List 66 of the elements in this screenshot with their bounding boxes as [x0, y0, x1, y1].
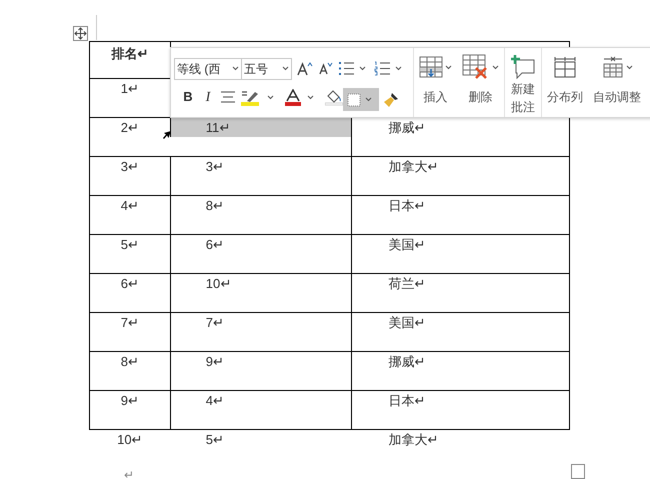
table-cell-text: 6↵	[206, 236, 224, 252]
shrink-font-icon[interactable]	[319, 62, 333, 75]
font-size-dropdown[interactable]: 五号	[242, 58, 292, 80]
table-cell-text: 9↵	[206, 353, 224, 369]
caret-icon	[492, 64, 499, 70]
caret-icon	[445, 64, 452, 70]
resize-handle-icon[interactable]	[571, 464, 585, 479]
table-delete-icon	[462, 54, 490, 80]
font-name-dropdown[interactable]: 等线 (西	[174, 58, 242, 80]
table-cell-text: 美国↵	[388, 314, 426, 330]
font-color-icon[interactable]	[285, 88, 301, 106]
italic-button[interactable]: I	[201, 86, 215, 108]
caret-icon	[365, 97, 372, 102]
table-cell-text: 日本↵	[388, 197, 426, 213]
table-cell-text: 4↵	[120, 197, 140, 213]
table-cell-text: 3↵	[120, 158, 140, 174]
table-cell-text: 美国↵	[388, 236, 426, 252]
table-cell-text: 5↵	[120, 236, 140, 252]
column-header: 排名↵	[112, 45, 148, 63]
shading-icon[interactable]	[325, 88, 343, 106]
borders-icon	[347, 92, 361, 106]
numbered-list-icon[interactable]	[374, 61, 390, 76]
bold-button[interactable]: B	[181, 87, 195, 107]
table-cell-text: 2↵	[120, 119, 140, 135]
table-cell-text: 10↵	[206, 275, 232, 291]
toolbar-action-button[interactable]: 自动调整	[588, 48, 646, 117]
table-cell-text: 4↵	[206, 392, 224, 408]
table-cell-text: 加拿大↵	[388, 431, 438, 447]
table-cell-text: 5↵	[206, 431, 224, 447]
autofit-icon	[602, 56, 624, 78]
caret-icon	[626, 64, 632, 70]
caret-icon	[282, 66, 289, 71]
toolbar-action-button[interactable]: 新建批注	[504, 48, 541, 117]
table-cell-text: 挪威↵	[388, 353, 426, 369]
caret-icon	[267, 94, 274, 100]
comment-add-icon	[510, 54, 536, 80]
table-insert-icon	[419, 56, 443, 78]
table-cell-text: 1↵	[120, 80, 140, 96]
table-cell-text: 荷兰↵	[388, 275, 426, 291]
distribute-columns-icon	[554, 56, 576, 78]
table-cell-text: 日本↵	[388, 392, 426, 408]
grow-font-icon[interactable]	[297, 62, 313, 76]
table-cell-text: 7↵	[206, 314, 224, 330]
table-cell-text: 6↵	[120, 275, 140, 291]
move-handle-icon[interactable]	[73, 26, 88, 41]
bulleted-list-icon[interactable]	[338, 61, 354, 76]
paintbrush-icon[interactable]	[383, 92, 399, 108]
table-cell-text: 加拿大↵	[388, 158, 438, 174]
caret-icon	[307, 94, 314, 100]
paragraph-mark: ↵	[124, 467, 134, 479]
caret-icon	[395, 66, 402, 71]
toolbar-action-button[interactable]: 删除	[457, 48, 504, 117]
align-center-icon[interactable]	[221, 91, 235, 103]
table-cell-text: 挪威↵	[388, 119, 426, 135]
table-cell-text: 3↵	[206, 158, 224, 174]
caret-icon	[232, 66, 239, 71]
table-cell-text: 9↵	[120, 392, 140, 408]
table-cell-text: 11↵	[206, 119, 230, 135]
table-cell-text: 10↵	[117, 431, 143, 447]
caret-icon	[359, 66, 366, 71]
table-cell-text: 8↵	[206, 197, 224, 213]
toolbar-action-button[interactable]: 插入	[413, 48, 457, 117]
table-cell-text: 8↵	[120, 353, 140, 369]
toolbar-action-button[interactable]: 分布列	[541, 48, 588, 117]
table-cell-text: 7↵	[120, 314, 140, 330]
highlighter-icon[interactable]	[241, 88, 261, 106]
